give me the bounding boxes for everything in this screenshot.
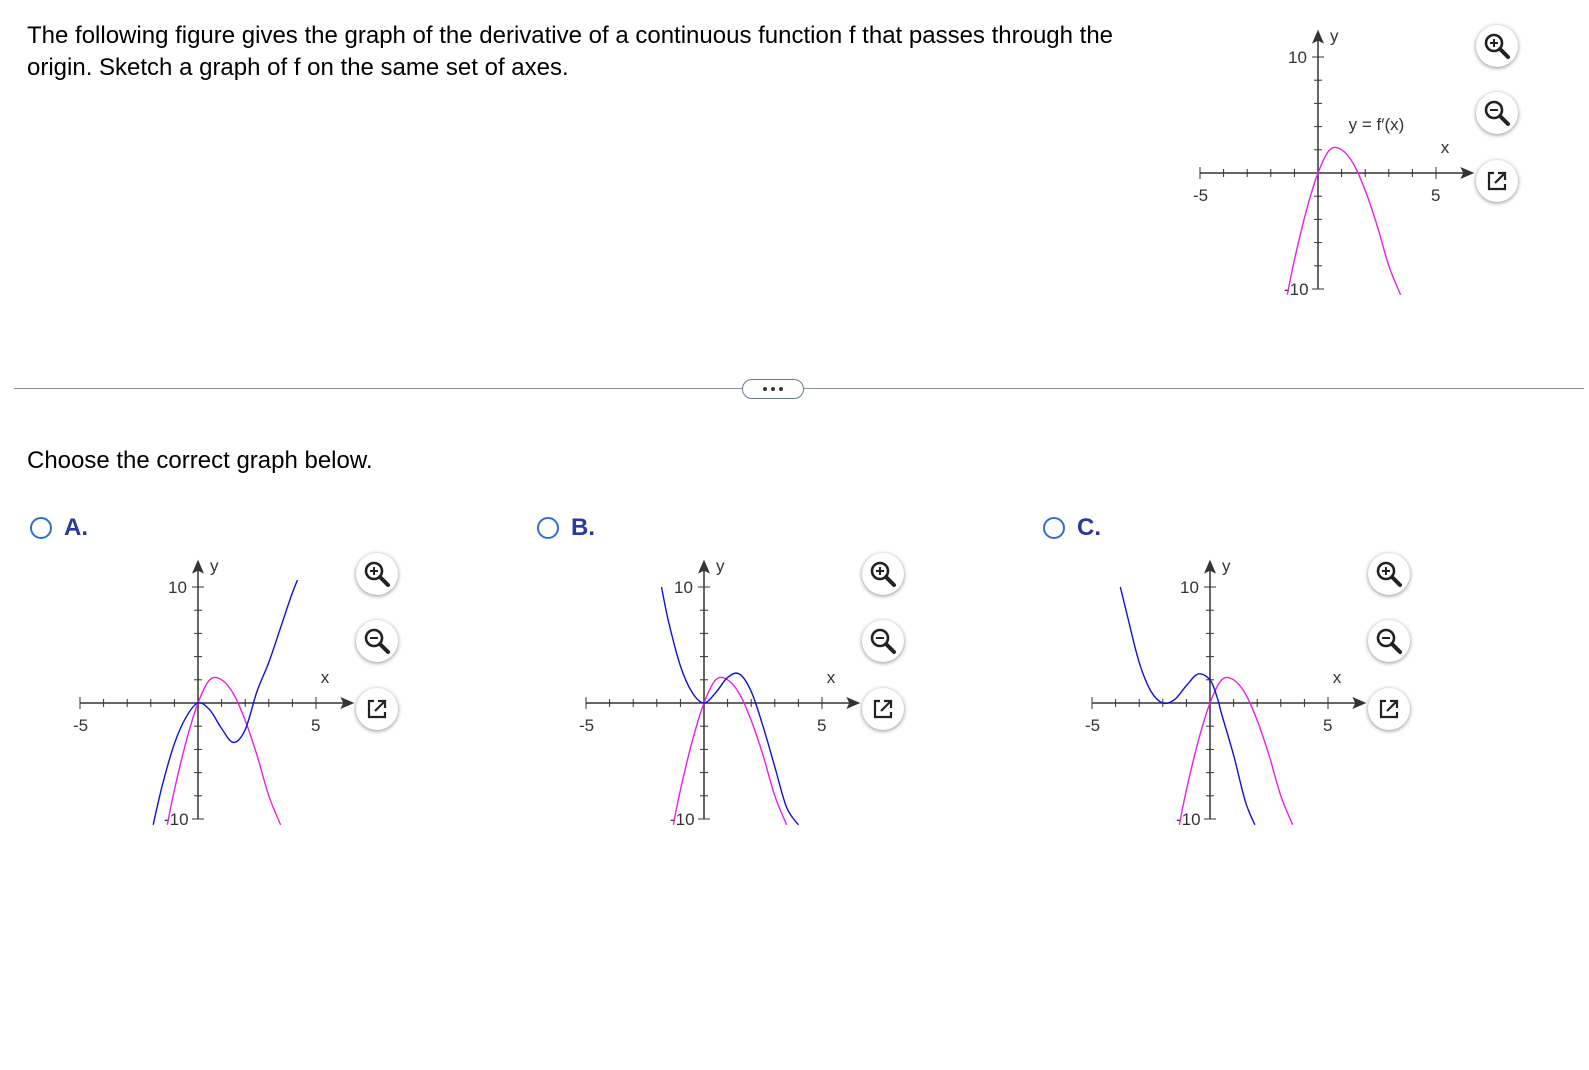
option-c-y-axis-label: y	[1222, 557, 1231, 576]
option-b-zoom-in-button[interactable]	[862, 553, 904, 595]
more-button[interactable]	[742, 379, 804, 399]
option-c-zoom-in-button[interactable]	[1368, 553, 1410, 595]
option-b-graph: -5 510-10xy	[579, 557, 861, 829]
option-a-letter: A.	[64, 514, 88, 541]
main-y-axis-label: y	[1330, 27, 1339, 46]
option-c-curve-f	[1119, 586, 1256, 826]
option-a-y-tick-label-max: 10	[168, 578, 187, 597]
option-c[interactable]: C.	[1043, 514, 1101, 542]
option-b-x-tick-label-min: -5	[579, 716, 594, 735]
option-b-x-tick-label-max: 5	[817, 716, 826, 735]
option-b-zoom-out-button[interactable]	[862, 620, 904, 662]
option-a-x-axis-label: x	[321, 668, 330, 687]
popout-icon	[873, 699, 893, 719]
zoom-in-icon	[1484, 33, 1510, 59]
instruction-text: Choose the correct graph below.	[27, 447, 373, 474]
option-c-x-axis-label: x	[1333, 668, 1342, 687]
zoom-out-icon	[1376, 628, 1402, 654]
option-c-x-tick-label-max: 5	[1323, 716, 1332, 735]
zoom-in-icon	[364, 561, 390, 587]
main-zoom-out-button[interactable]	[1476, 92, 1518, 134]
main-x-tick-label-min: -5	[1193, 186, 1208, 205]
option-c-y-tick-label-max: 10	[1180, 578, 1199, 597]
main-curve-fprime	[1286, 146, 1402, 296]
popout-icon	[1379, 699, 1399, 719]
main-x-tick-label-max: 5	[1431, 186, 1440, 205]
option-c-zoom-out-button[interactable]	[1368, 620, 1410, 662]
option-a-radio[interactable]	[30, 517, 52, 539]
option-a-graph: -5 510-10xy	[73, 557, 355, 829]
popout-icon	[367, 699, 387, 719]
main-popout-button[interactable]	[1476, 160, 1518, 202]
option-a-y-axis-label: y	[210, 557, 219, 576]
zoom-in-icon	[870, 561, 896, 587]
zoom-out-icon	[870, 628, 896, 654]
main-zoom-in-button[interactable]	[1476, 25, 1518, 67]
option-a-curve-fprime	[166, 676, 282, 826]
option-b-letter: B.	[571, 514, 595, 541]
option-b-x-axis-label: x	[827, 668, 836, 687]
option-c-popout-button[interactable]	[1368, 688, 1410, 730]
option-a-x-tick-label-min: -5	[73, 716, 88, 735]
option-b-y-axis-label: y	[716, 557, 725, 576]
option-c-graph: -5 510-10xy	[1085, 557, 1367, 829]
zoom-out-icon	[364, 628, 390, 654]
option-a-x-tick-label-max: 5	[311, 716, 320, 735]
zoom-in-icon	[1376, 561, 1402, 587]
option-a-zoom-in-button[interactable]	[356, 553, 398, 595]
option-b-y-tick-label-max: 10	[674, 578, 693, 597]
question-text: The following figure gives the graph of …	[27, 22, 1114, 81]
main-x-axis-label: x	[1441, 138, 1450, 157]
option-a[interactable]: A.	[30, 514, 88, 542]
main-y-tick-label-max: 10	[1288, 48, 1307, 67]
option-a-zoom-out-button[interactable]	[356, 620, 398, 662]
popout-icon	[1487, 171, 1507, 191]
zoom-out-icon	[1484, 100, 1510, 126]
option-a-popout-button[interactable]	[356, 688, 398, 730]
main-graph: -5 510-10xyy = f′(x)	[1193, 27, 1475, 299]
option-b-radio[interactable]	[537, 517, 559, 539]
option-c-curve-fprime	[1178, 676, 1294, 826]
ellipsis-icon	[763, 387, 767, 391]
option-b-curve-f	[660, 586, 799, 826]
option-c-x-tick-label-min: -5	[1085, 716, 1100, 735]
option-c-radio[interactable]	[1043, 517, 1065, 539]
option-c-letter: C.	[1077, 514, 1101, 541]
option-b[interactable]: B.	[537, 514, 595, 542]
option-b-popout-button[interactable]	[862, 688, 904, 730]
main-curve-label: y = f′(x)	[1349, 115, 1405, 134]
